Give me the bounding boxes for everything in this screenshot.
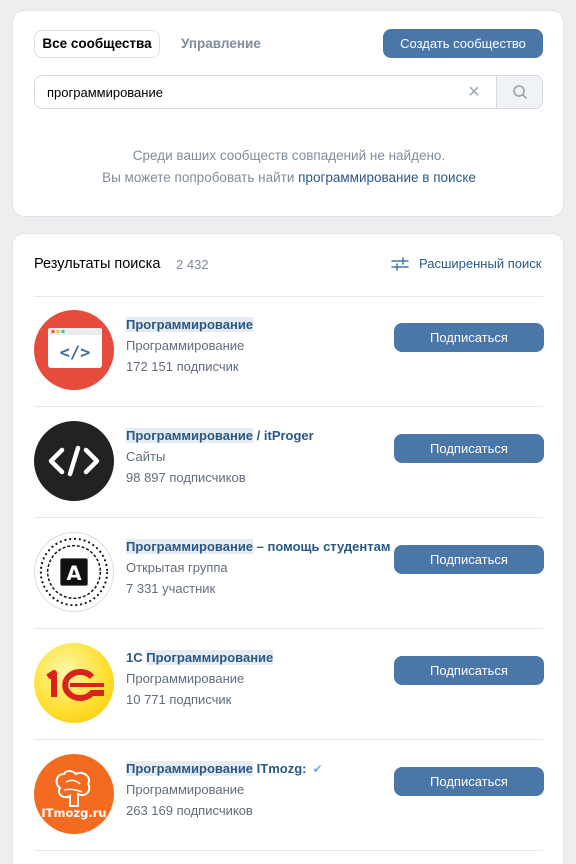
- name-highlight: Программирование: [126, 317, 254, 332]
- search-icon: [513, 85, 527, 99]
- advanced-search-link[interactable]: Расширенный поиск: [391, 256, 541, 271]
- name-rest: / itProger: [253, 428, 314, 443]
- community-category: Программирование: [126, 671, 245, 686]
- tab-management[interactable]: Управление: [172, 30, 270, 58]
- name-rest: – помощь студентам: [253, 539, 391, 554]
- name-highlight: Программирование: [126, 428, 254, 443]
- filter-sliders-icon: [391, 256, 409, 271]
- community-name[interactable]: Программирование – помощь студентам: [126, 539, 390, 554]
- community-category: Открытая группа: [126, 560, 228, 575]
- community-name[interactable]: Программирование / itProger: [126, 428, 314, 443]
- subscribe-button[interactable]: Подписаться: [394, 545, 544, 574]
- advanced-search-label: Расширенный поиск: [419, 256, 542, 271]
- community-members: 10 771 подписчик: [126, 692, 232, 707]
- search-box: ×: [34, 75, 543, 109]
- communities-card: Все сообщества Управление Создать сообще…: [12, 10, 564, 217]
- list-item[interactable]: </> Программирование Программирование 17…: [34, 296, 544, 406]
- community-name[interactable]: Программирование: [126, 317, 254, 332]
- search-results-card: Результаты поиска 2 432 Расширенный поис…: [12, 233, 564, 864]
- code-brackets-icon[interactable]: [34, 421, 114, 501]
- community-members: 7 331 участник: [126, 581, 216, 596]
- empty-message: Среди ваших сообществ совпадений не найд…: [13, 145, 565, 189]
- svg-text:</>: </>: [60, 343, 91, 363]
- community-category: Программирование: [126, 782, 245, 797]
- community-members: 98 897 подписчиков: [126, 470, 246, 485]
- chip-a-icon[interactable]: A: [34, 532, 114, 612]
- itmozg-logo[interactable]: ITmozg.ru: [34, 754, 114, 834]
- community-category: Сайты: [126, 449, 166, 464]
- list-item[interactable]: 1С Программирование Программирование 10 …: [34, 629, 544, 739]
- name-prefix: 1С: [126, 650, 147, 665]
- create-community-button[interactable]: Создать сообщество: [383, 29, 543, 58]
- search-elsewhere-link[interactable]: программирование в поиске: [298, 170, 476, 185]
- empty-line-2-prefix: Вы можете попробовать найти: [102, 170, 299, 185]
- results-count: 2 432: [176, 257, 209, 272]
- empty-line-1: Среди ваших сообществ совпадений не найд…: [132, 148, 446, 163]
- list-item[interactable]: Программирование / itProger Сайты 98 897…: [34, 407, 544, 517]
- community-category: Программирование: [126, 338, 245, 353]
- name-highlight: Программирование: [126, 761, 254, 776]
- name-highlight: Программирование: [126, 539, 254, 554]
- verified-check-icon: ✔: [312, 762, 323, 776]
- results-title: Результаты поиска: [34, 256, 161, 272]
- empty-line-2: Вы можете попробовать найти программиров…: [13, 167, 565, 189]
- subscribe-button[interactable]: Подписаться: [394, 323, 544, 352]
- name-rest: ITmozg:: [253, 761, 307, 776]
- community-name[interactable]: 1С Программирование: [126, 650, 274, 665]
- subscribe-button[interactable]: Подписаться: [394, 767, 544, 796]
- search-button[interactable]: [496, 76, 542, 108]
- subscribe-button[interactable]: Подписаться: [394, 656, 544, 685]
- list-item[interactable]: A Программирование – помощь студентам От…: [34, 518, 544, 628]
- 1c-logo[interactable]: [34, 643, 114, 723]
- tab-all-communities[interactable]: Все сообщества: [34, 30, 160, 58]
- search-input[interactable]: [35, 76, 498, 108]
- name-highlight: Программирование: [146, 650, 274, 665]
- code-window-icon[interactable]: </>: [34, 310, 114, 390]
- community-members: 172 151 подписчик: [126, 359, 239, 374]
- community-members: 263 169 подписчиков: [126, 803, 253, 818]
- svg-text:A: A: [66, 562, 81, 585]
- divider: [34, 850, 543, 851]
- subscribe-button[interactable]: Подписаться: [394, 434, 544, 463]
- list-item[interactable]: ITmozg.ru Программирование ITmozg: ✔ Прог…: [34, 740, 544, 850]
- svg-text:ITmozg.ru: ITmozg.ru: [41, 806, 106, 820]
- community-name[interactable]: Программирование ITmozg: ✔: [126, 761, 323, 776]
- clear-icon[interactable]: ×: [465, 82, 483, 102]
